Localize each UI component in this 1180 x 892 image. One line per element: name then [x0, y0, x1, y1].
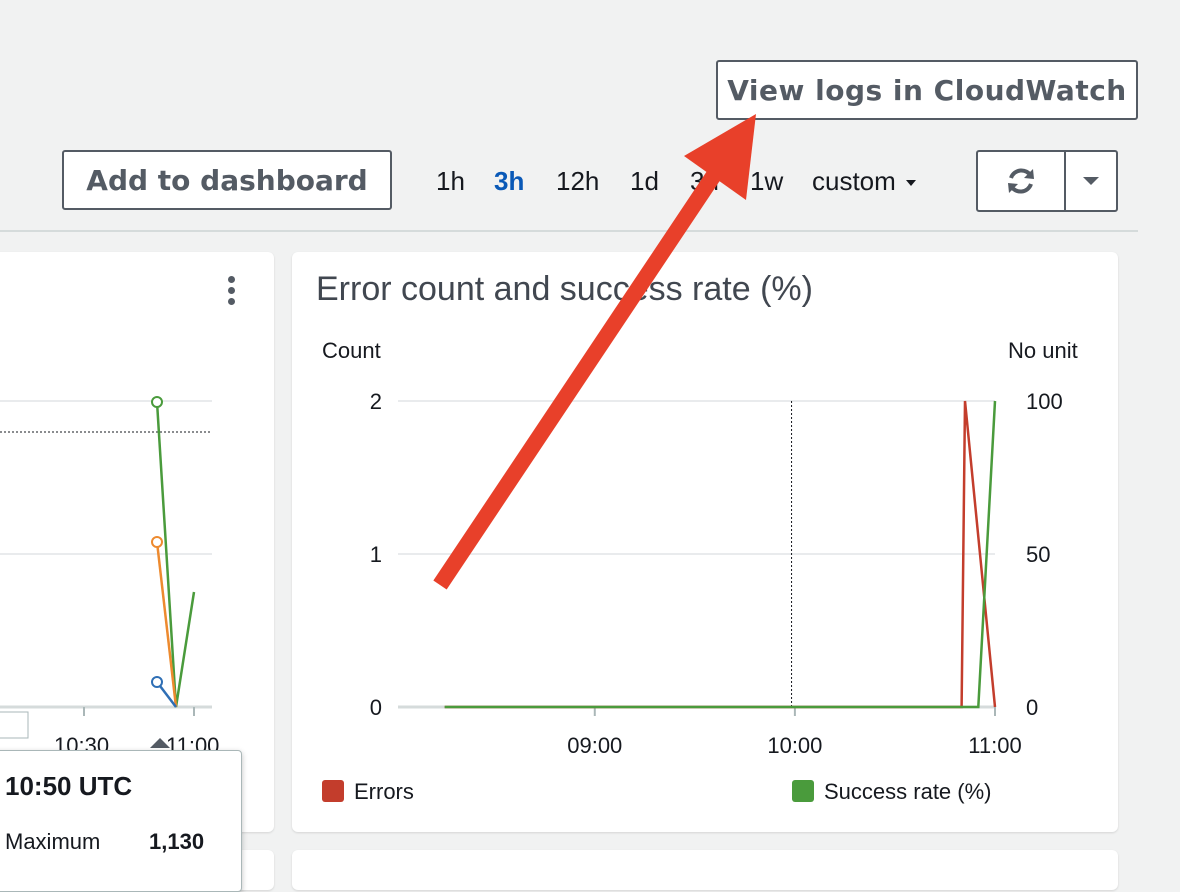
legend-label[interactable]: Success rate (%) [824, 779, 992, 805]
caret-down-icon [905, 180, 916, 187]
y-left-tick: 0 [369, 695, 382, 720]
range-1d[interactable]: 1d [630, 166, 659, 197]
tooltip-stat-value: 1,130 [149, 829, 205, 854]
left-axis-label: Count [322, 338, 381, 363]
x-tick-label: 09:00 [567, 733, 623, 758]
refresh-split-button [976, 150, 1118, 212]
y-right-tick: 100 [1026, 389, 1063, 414]
next-panel-right [292, 850, 1118, 890]
x-tick-label: 11:00 [968, 733, 1022, 758]
range-3d[interactable]: 3d [690, 166, 719, 197]
y-left-tick: 1 [369, 542, 382, 567]
view-logs-in-cloudwatch-button[interactable]: View logs in CloudWatch [716, 60, 1138, 120]
toolbar-divider [0, 230, 1138, 232]
refresh-button[interactable] [978, 152, 1066, 210]
y-right-tick: 50 [1026, 542, 1051, 567]
legend-swatch[interactable] [322, 780, 344, 802]
range-12h[interactable]: 12h [556, 166, 599, 197]
y-right-tick: 0 [1026, 695, 1039, 720]
left-metric-panel [0, 252, 274, 832]
range-3h[interactable]: 3h [494, 166, 524, 197]
x-tick-label: 10:00 [767, 733, 823, 758]
y-left-tick: 2 [369, 389, 382, 414]
range-1w[interactable]: 1w [750, 166, 783, 197]
range-custom-dropdown[interactable]: custom [812, 166, 916, 197]
refresh-options-dropdown[interactable] [1066, 152, 1116, 210]
legend-swatch[interactable] [792, 780, 814, 802]
kebab-menu-icon[interactable] [226, 276, 236, 306]
caret-down-icon [1083, 177, 1099, 185]
tooltip-time: 10:50 UTC [5, 771, 133, 801]
tooltip-stat-label: Maximum [5, 829, 101, 854]
add-to-dashboard-button[interactable]: Add to dashboard [62, 150, 392, 210]
custom-label: custom [812, 166, 896, 196]
right-axis-label: No unit [1008, 338, 1078, 363]
chart-tooltip: 10:50 UTC Maximum 1,130 [0, 750, 242, 892]
panel-title: Error count and success rate (%) [316, 270, 813, 308]
refresh-icon [1008, 168, 1034, 194]
legend-label[interactable]: Errors [354, 779, 414, 805]
range-1h[interactable]: 1h [436, 166, 465, 197]
